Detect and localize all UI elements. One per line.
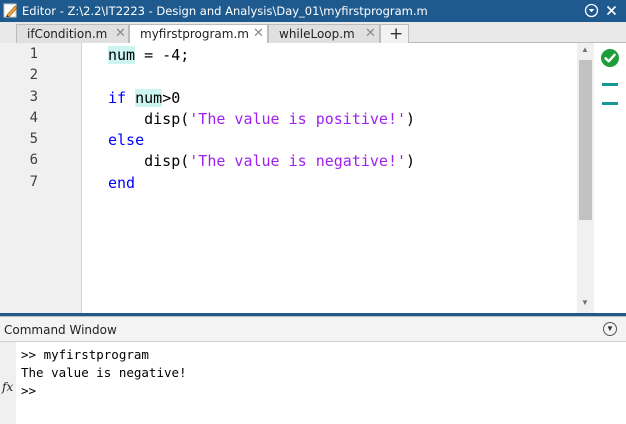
line-number: 6	[29, 152, 38, 168]
command-window-gutter: fx	[0, 342, 16, 424]
line-number: 5	[29, 131, 38, 147]
analyzer-marker[interactable]	[602, 102, 618, 105]
string-literal: 'The value is negative!'	[189, 152, 407, 170]
line-number: 2	[29, 67, 38, 83]
editor-tab-strip: ifCondition.m ✕ myfirstprogram.m ✕ while…	[0, 22, 626, 44]
command-window-header: Command Window ▼	[0, 316, 626, 342]
tab-myfirstprogram[interactable]: myfirstprogram.m ✕	[129, 24, 268, 44]
close-icon[interactable]	[604, 3, 619, 18]
command-window-title: Command Window	[4, 323, 117, 337]
code-analyzer-bar	[594, 43, 626, 313]
add-tab-button[interactable]: +	[380, 24, 409, 44]
tab-label: myfirstprogram.m	[140, 27, 249, 41]
down-circle-icon[interactable]	[584, 3, 599, 18]
code-text: >0	[162, 89, 181, 107]
code-text: )	[406, 152, 416, 170]
line-number: 1	[29, 46, 38, 62]
code-line-1[interactable]: num = -4;	[108, 46, 189, 64]
editor-vertical-scrollbar[interactable]: ▲ ▼	[577, 43, 594, 313]
analyzer-marker[interactable]	[602, 83, 618, 86]
editor-title-bar: Editor - Z:\2.2\IT2223 - Design and Anal…	[0, 0, 626, 22]
keyword: else	[108, 131, 145, 149]
code-line-5[interactable]: else	[108, 131, 144, 149]
tab-label: ifCondition.m	[27, 27, 108, 41]
code-text: disp(	[108, 110, 190, 128]
line-number: 3	[29, 89, 38, 105]
code-text: )	[406, 110, 416, 128]
scroll-up-icon[interactable]: ▲	[581, 45, 589, 54]
scrollbar-thumb[interactable]	[579, 60, 592, 220]
code-line-4[interactable]: disp('The value is positive!')	[108, 110, 415, 128]
scroll-down-icon[interactable]: ▼	[581, 298, 589, 307]
command-line: >> myfirstprogram	[21, 347, 149, 362]
command-prompt[interactable]: >>	[21, 383, 36, 398]
code-editor[interactable]: 1 2 3 4 5 6 7 num = -4; if num>0 disp('T…	[0, 43, 626, 313]
code-line-6[interactable]: disp('The value is negative!')	[108, 152, 415, 170]
plus-icon: +	[389, 24, 404, 44]
line-number: 4	[29, 110, 38, 126]
line-number: 7	[29, 174, 38, 190]
down-circle-icon[interactable]: ▼	[603, 322, 617, 336]
fx-icon[interactable]: fx	[2, 380, 13, 394]
code-line-3[interactable]: if num>0	[108, 89, 180, 107]
tab-ifcondition[interactable]: ifCondition.m ✕	[16, 24, 129, 43]
tab-close-icon[interactable]: ✕	[115, 26, 126, 41]
tab-strip-edge	[0, 22, 16, 43]
code-text: disp(	[108, 152, 190, 170]
highlighted-variable: num	[135, 89, 163, 107]
highlighted-variable: num	[108, 46, 136, 64]
line-number-gutter: 1 2 3 4 5 6 7	[0, 43, 82, 313]
tab-close-icon[interactable]: ✕	[253, 26, 264, 41]
tab-close-icon[interactable]: ✕	[365, 26, 376, 41]
code-line-7[interactable]: end	[108, 174, 135, 192]
string-literal: 'The value is positive!'	[189, 110, 407, 128]
no-warnings-check-icon[interactable]	[600, 48, 620, 68]
tab-whileloop[interactable]: whileLoop.m ✕	[268, 24, 380, 43]
editor-title: Editor - Z:\2.2\IT2223 - Design and Anal…	[22, 4, 428, 18]
keyword: end	[108, 174, 136, 192]
editor-pencil-icon	[3, 3, 18, 18]
command-window[interactable]: fx >> myfirstprogram The value is negati…	[0, 342, 626, 424]
keyword: if	[108, 89, 127, 107]
code-text: = -4;	[135, 46, 190, 64]
tab-label: whileLoop.m	[279, 27, 355, 41]
command-output: The value is negative!	[21, 365, 187, 380]
